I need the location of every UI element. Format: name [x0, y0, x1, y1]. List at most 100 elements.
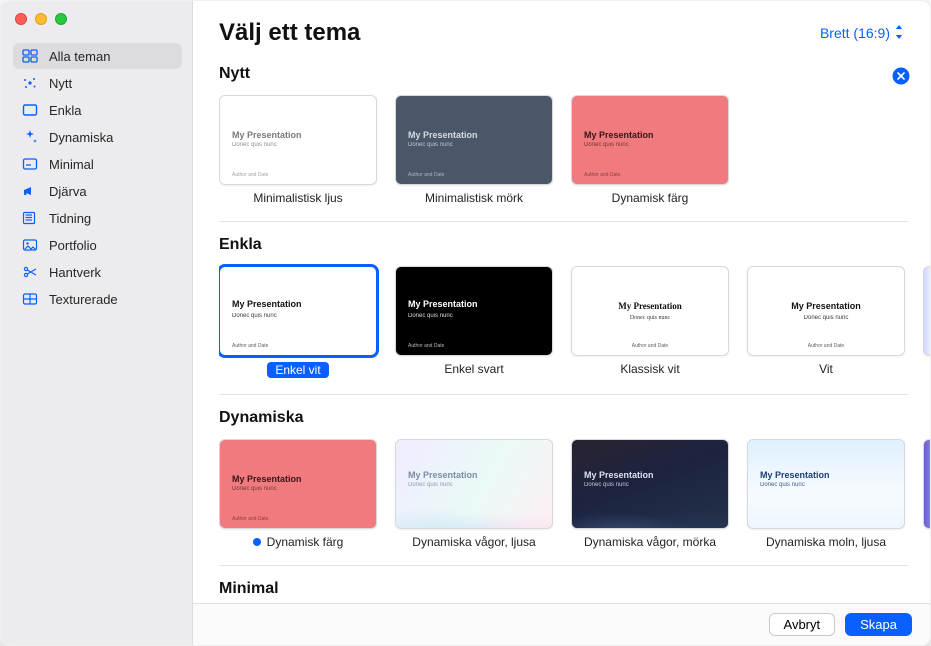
sidebar-item-label: Dynamiska [49, 130, 113, 145]
sidebar-item-nytt[interactable]: Nytt [13, 70, 182, 96]
aspect-ratio-select[interactable]: Brett (16:9) [820, 25, 904, 42]
create-button[interactable]: Skapa [845, 613, 912, 636]
theme-row-enkla: My Presentation Donec quis nunc Author a… [219, 258, 930, 394]
thumb-title: My Presentation [408, 130, 478, 140]
theme-minimalistisk-mork[interactable]: My Presentation Donec quis nunc Author a… [395, 95, 553, 205]
thumb-title: My Presentation [408, 299, 478, 309]
theme-label: Vit [819, 362, 833, 376]
theme-vit[interactable]: My Presentation Donec quis nunc Author a… [747, 266, 905, 378]
theme-row-dynamiska: My Presentation Donec quis nunc Author a… [219, 431, 930, 565]
theme-label: Dynamiska moln, ljusa [766, 535, 886, 549]
sparkles-icon [21, 128, 39, 146]
thumb-subtitle: Donec quis nunc [584, 482, 629, 488]
minimize-window-icon[interactable] [35, 13, 47, 25]
theme-label: Minimalistisk mörk [425, 191, 523, 205]
close-window-icon[interactable] [15, 13, 27, 25]
thumb-title: My Presentation [618, 301, 682, 311]
section-nytt: Nytt My Presentation Donec quis nunc Aut… [219, 51, 930, 222]
theme-row-overflow-peek[interactable] [923, 266, 930, 356]
thumb-subtitle: Donec quis nunc [630, 315, 670, 321]
sidebar: Alla teman Nytt Enkla [1, 1, 193, 645]
theme-scroll-area[interactable]: Nytt My Presentation Donec quis nunc Aut… [193, 51, 930, 603]
sidebar-item-label: Minimal [49, 157, 94, 172]
theme-label: Dynamiska vågor, ljusa [412, 535, 535, 549]
text-block-icon [21, 155, 39, 173]
cancel-button[interactable]: Avbryt [769, 613, 836, 636]
scissors-icon [21, 263, 39, 281]
thumb-title: My Presentation [408, 470, 478, 480]
thumb-subtitle: Donec quis nunc [584, 142, 629, 148]
theme-dynamisk-farg-nytt[interactable]: My Presentation Donec quis nunc Author a… [571, 95, 729, 205]
megaphone-icon [21, 182, 39, 200]
thumb-subtitle: Donec quis nunc [232, 142, 277, 148]
dismiss-section-icon[interactable] [892, 67, 910, 85]
thumb-title: My Presentation [791, 301, 861, 311]
texture-icon [21, 290, 39, 308]
sidebar-item-portfolio[interactable]: Portfolio [13, 232, 182, 258]
theme-klassisk-vit[interactable]: My Presentation Donec quis nunc Author a… [571, 266, 729, 378]
theme-dynamiska-vagor-morka[interactable]: My Presentation Donec quis nunc Dynamisk… [571, 439, 729, 549]
theme-dynamiska-moln-ljusa[interactable]: My Presentation Donec quis nunc Dynamisk… [747, 439, 905, 549]
thumb-subtitle: Donec quis nunc [804, 315, 849, 321]
theme-dynamisk-farg[interactable]: My Presentation Donec quis nunc Author a… [219, 439, 377, 549]
sidebar-item-enkla[interactable]: Enkla [13, 97, 182, 123]
footer-bar: Avbryt Skapa [193, 603, 930, 645]
thumb-subtitle: Donec quis nunc [232, 313, 277, 319]
section-dynamiska: Dynamiska My Presentation Donec quis nun… [219, 395, 930, 566]
aspect-ratio-label: Brett (16:9) [820, 25, 890, 41]
sidebar-item-minimal[interactable]: Minimal [13, 151, 182, 177]
thumb-title: My Presentation [584, 130, 654, 140]
sidebar-item-label: Djärva [49, 184, 87, 199]
picture-icon [21, 236, 39, 254]
zoom-window-icon[interactable] [55, 13, 67, 25]
thumb-footer: Author and Date [232, 172, 268, 178]
sidebar-list: Alla teman Nytt Enkla [1, 37, 192, 318]
newspaper-icon [21, 209, 39, 227]
sidebar-item-djarva[interactable]: Djärva [13, 178, 182, 204]
main-header: Välj ett tema Brett (16:9) [193, 1, 930, 51]
theme-chooser-window: Alla teman Nytt Enkla [0, 0, 931, 646]
grid-icon [21, 47, 39, 65]
page-title: Välj ett tema [219, 19, 360, 47]
thumb-subtitle: Donec quis nunc [760, 482, 805, 488]
theme-label: Enkel svart [444, 362, 503, 376]
sidebar-item-dynamiska[interactable]: Dynamiska [13, 124, 182, 150]
sidebar-item-tidning[interactable]: Tidning [13, 205, 182, 231]
stepper-icon [894, 25, 904, 42]
theme-enkel-vit[interactable]: My Presentation Donec quis nunc Author a… [219, 266, 377, 378]
sidebar-item-texturerade[interactable]: Texturerade [13, 286, 182, 312]
section-title: Minimal [219, 580, 930, 598]
theme-row-overflow-peek[interactable] [923, 439, 930, 529]
theme-label-selected: Enkel vit [267, 362, 328, 378]
rectangle-icon [21, 101, 39, 119]
thumb-subtitle: Donec quis nunc [232, 486, 277, 492]
thumb-subtitle: Donec quis nunc [408, 482, 453, 488]
theme-label: Dynamisk färg [612, 191, 689, 205]
sidebar-item-label: Tidning [49, 211, 91, 226]
sidebar-item-label: Texturerade [49, 292, 118, 307]
new-indicator-dot-icon [253, 538, 261, 546]
sidebar-item-label: Alla teman [49, 49, 110, 64]
main-area: Välj ett tema Brett (16:9) Nytt [193, 1, 930, 645]
thumb-title: My Presentation [232, 130, 302, 140]
theme-label: Minimalistisk ljus [253, 191, 342, 205]
sparkle-icon [21, 74, 39, 92]
sidebar-item-alla-teman[interactable]: Alla teman [13, 43, 182, 69]
section-title: Nytt [219, 65, 250, 83]
thumb-title: My Presentation [760, 470, 830, 480]
thumb-subtitle: Donec quis nunc [408, 313, 453, 319]
sidebar-item-label: Hantverk [49, 265, 101, 280]
theme-minimalistisk-ljus[interactable]: My Presentation Donec quis nunc Author a… [219, 95, 377, 205]
section-title: Enkla [219, 236, 930, 254]
thumb-footer: Author and Date [408, 343, 444, 349]
theme-dynamiska-vagor-ljusa[interactable]: My Presentation Donec quis nunc Dynamisk… [395, 439, 553, 549]
sidebar-item-hantverk[interactable]: Hantverk [13, 259, 182, 285]
section-enkla: Enkla My Presentation Donec quis nunc Au… [219, 222, 930, 395]
section-minimal: Minimal [219, 566, 930, 598]
section-title: Dynamiska [219, 409, 930, 427]
theme-enkel-svart[interactable]: My Presentation Donec quis nunc Author a… [395, 266, 553, 378]
theme-label: Dynamisk färg [267, 535, 344, 549]
theme-row-nytt: My Presentation Donec quis nunc Author a… [219, 87, 930, 221]
thumb-footer: Author and Date [584, 172, 620, 178]
thumb-footer: Author and Date [632, 343, 668, 349]
